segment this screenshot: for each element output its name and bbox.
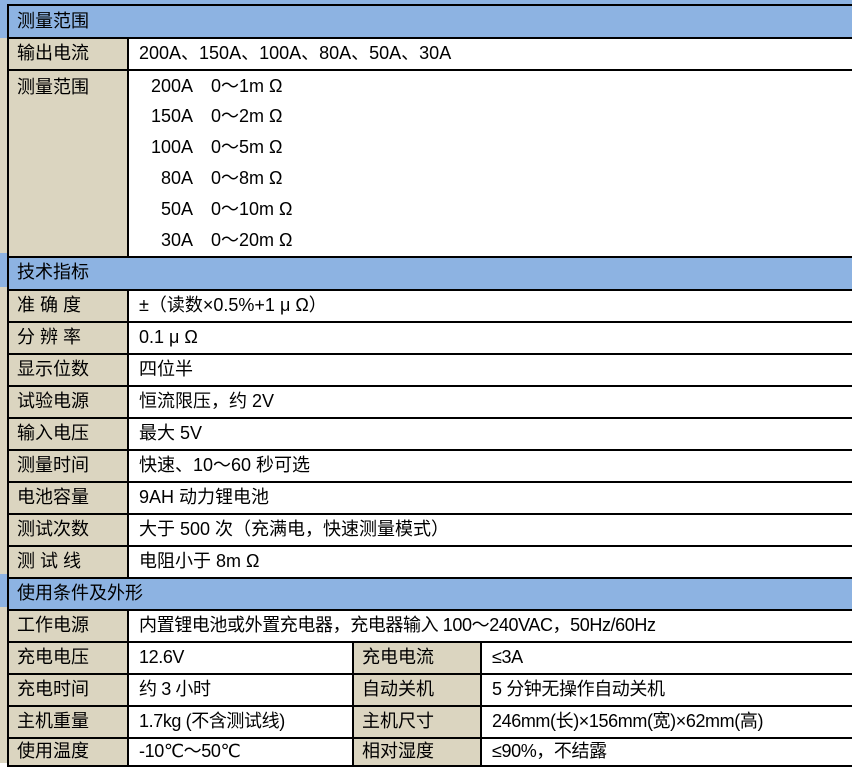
range-current: 200A xyxy=(139,76,193,98)
range-value: 0～20m Ω xyxy=(211,230,292,252)
table-row: 电池容量 9AH 动力锂电池 xyxy=(8,482,852,514)
table-row-ranges: 测量范围 200A 0～1m Ω 150A 0～2m Ω 100A 0～5m Ω… xyxy=(8,70,852,257)
table-row: 主机重量 1.7kg (不含测试线) 主机尺寸 246mm(长)×156mm(宽… xyxy=(8,706,852,738)
table-row: 测试次数 大于 500 次（充满电，快速测量模式） xyxy=(8,514,852,546)
table-row: 试验电源 恒流限压，约 2V xyxy=(8,386,852,418)
spec-value: 约 3 小时 xyxy=(128,674,353,706)
section-header-row: 使用条件及外形 xyxy=(8,578,852,610)
table-row: 充电时间 约 3 小时 自动关机 5 分钟无操作自动关机 xyxy=(8,674,852,706)
spec-value: 5 分钟无操作自动关机 xyxy=(481,674,852,706)
range-line: 80A 0～8m Ω xyxy=(139,163,848,194)
table-row: 测 试 线 电阻小于 8m Ω xyxy=(8,546,852,578)
range-list: 200A 0～1m Ω 150A 0～2m Ω 100A 0～5m Ω 80A … xyxy=(128,70,852,257)
spec-value: 四位半 xyxy=(128,354,852,386)
spec-value: 200A、150A、100A、80A、50A、30A xyxy=(128,38,852,70)
spec-value: 电阻小于 8m Ω xyxy=(128,546,852,578)
spec-value: 内置锂电池或外置充电器，充电器输入 100～240VAC，50Hz/60Hz xyxy=(128,610,852,642)
table-row: 测量时间 快速、10～60 秒可选 xyxy=(8,450,852,482)
spec-label: 测量时间 xyxy=(8,450,128,482)
spec-label: 准 确 度 xyxy=(8,290,128,322)
range-value: 0～8m Ω xyxy=(211,168,282,190)
spec-label: 显示位数 xyxy=(8,354,128,386)
spec-label: 电池容量 xyxy=(8,482,128,514)
spec-label: 分 辨 率 xyxy=(8,322,128,354)
spec-label: 输出电流 xyxy=(8,38,128,70)
spec-value: ≤90%，不结露 xyxy=(481,738,852,766)
table-row: 显示位数 四位半 xyxy=(8,354,852,386)
spec-label: 试验电源 xyxy=(8,386,128,418)
spec-value: -10℃～50℃ xyxy=(128,738,353,766)
range-line: 150A 0～2m Ω xyxy=(139,102,848,133)
spec-label: 主机重量 xyxy=(8,706,128,738)
spec-label: 使用温度 xyxy=(8,738,128,766)
range-current: 30A xyxy=(139,230,193,252)
spec-label: 测 试 线 xyxy=(8,546,128,578)
range-value: 0～10m Ω xyxy=(211,199,292,221)
spec-value: 0.1 μ Ω xyxy=(128,322,852,354)
spec-value: 1.7kg (不含测试线) xyxy=(128,706,353,738)
spec-value: ≤3A xyxy=(481,642,852,674)
spec-sheet-page: 测量范围 输出电流 200A、150A、100A、80A、50A、30A 测量范… xyxy=(0,0,852,767)
table-row: 准 确 度 ±（读数×0.5%+1 μ Ω） xyxy=(8,290,852,322)
spec-value: 12.6V xyxy=(128,642,353,674)
spec-label: 充电电流 xyxy=(353,642,481,674)
spec-value: 大于 500 次（充满电，快速测量模式） xyxy=(128,514,852,546)
spec-label: 自动关机 xyxy=(353,674,481,706)
range-line: 50A 0～10m Ω xyxy=(139,194,848,225)
spec-table: 测量范围 输出电流 200A、150A、100A、80A、50A、30A 测量范… xyxy=(7,4,852,767)
table-row: 使用温度 -10℃～50℃ 相对湿度 ≤90%，不结露 xyxy=(8,738,852,766)
spec-label: 测量范围 xyxy=(8,70,128,257)
table-row: 工作电源 内置锂电池或外置充电器，充电器输入 100～240VAC，50Hz/6… xyxy=(8,610,852,642)
spec-label: 工作电源 xyxy=(8,610,128,642)
spec-value: 最大 5V xyxy=(128,418,852,450)
section-header-tech: 技术指标 xyxy=(8,257,852,290)
table-row: 充电电压 12.6V 充电电流 ≤3A xyxy=(8,642,852,674)
spec-label: 充电时间 xyxy=(8,674,128,706)
spec-label: 输入电压 xyxy=(8,418,128,450)
range-line: 30A 0～20m Ω xyxy=(139,225,848,256)
range-value: 0～2m Ω xyxy=(211,106,282,128)
range-current: 100A xyxy=(139,137,193,159)
spec-label: 充电电压 xyxy=(8,642,128,674)
section-header-usage: 使用条件及外形 xyxy=(8,578,852,610)
section-header-row: 测量范围 xyxy=(8,5,852,38)
spec-value: 快速、10～60 秒可选 xyxy=(128,450,852,482)
spec-value: 9AH 动力锂电池 xyxy=(128,482,852,514)
spec-value: 246mm(长)×156mm(宽)×62mm(高) xyxy=(481,706,852,738)
spec-label: 测试次数 xyxy=(8,514,128,546)
table-row: 分 辨 率 0.1 μ Ω xyxy=(8,322,852,354)
range-value: 0～5m Ω xyxy=(211,137,282,159)
spec-label: 主机尺寸 xyxy=(353,706,481,738)
spec-value: ±（读数×0.5%+1 μ Ω） xyxy=(128,290,852,322)
section-header-measure: 测量范围 xyxy=(8,5,852,38)
range-line: 100A 0～5m Ω xyxy=(139,133,848,164)
table-row: 输出电流 200A、150A、100A、80A、50A、30A xyxy=(8,38,852,70)
spec-label: 相对湿度 xyxy=(353,738,481,766)
range-line: 200A 0～1m Ω xyxy=(139,71,848,102)
range-current: 50A xyxy=(139,199,193,221)
range-value: 0～1m Ω xyxy=(211,76,282,98)
range-current: 150A xyxy=(139,106,193,128)
spec-value: 恒流限压，约 2V xyxy=(128,386,852,418)
table-row: 输入电压 最大 5V xyxy=(8,418,852,450)
section-header-row: 技术指标 xyxy=(8,257,852,290)
range-current: 80A xyxy=(139,168,193,190)
